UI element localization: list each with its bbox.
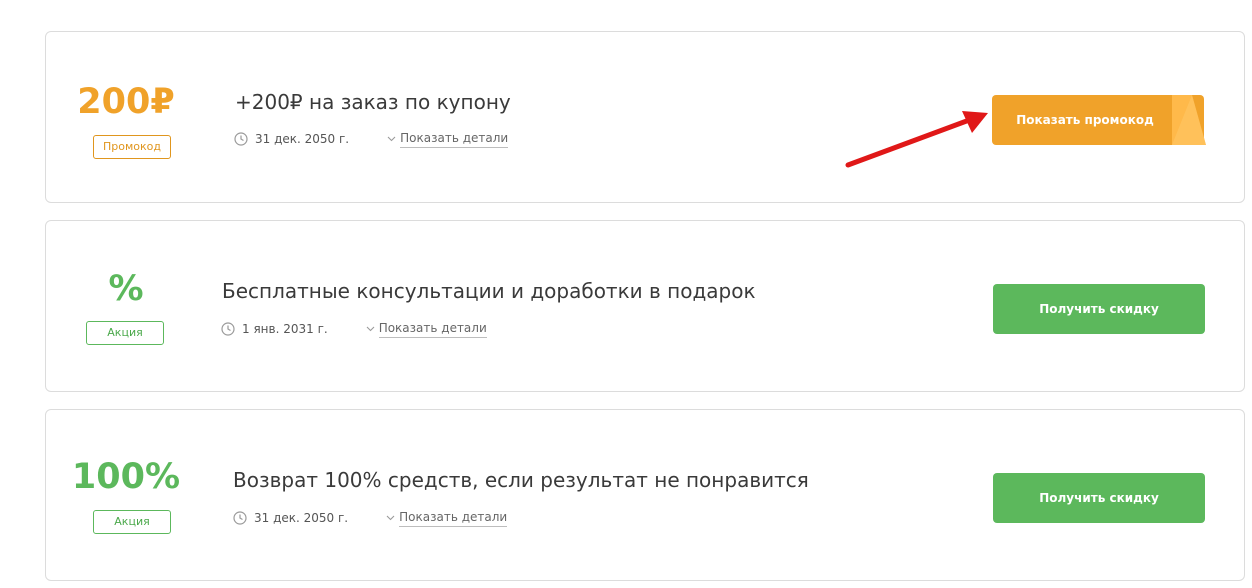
clock-icon bbox=[221, 322, 235, 336]
offer-value: 200₽ bbox=[77, 82, 175, 122]
offer-meta: 31 дек. 2050 г. Показать детали bbox=[234, 130, 509, 148]
offer-title: Возврат 100% средств, если результат не … bbox=[233, 468, 809, 492]
offer-type-badge: Акция bbox=[93, 510, 171, 534]
offer-expiry-date: 1 янв. 2031 г. bbox=[242, 322, 328, 336]
get-discount-button[interactable]: Получить скидку bbox=[993, 473, 1205, 523]
button-label: Показать промокод bbox=[1016, 113, 1154, 127]
offer-meta: 31 дек. 2050 г. Показать детали bbox=[233, 509, 508, 527]
offer-title: +200₽ на заказ по купону bbox=[235, 90, 511, 114]
offer-expiry-date: 31 дек. 2050 г. bbox=[254, 511, 349, 525]
offer-title: Бесплатные консультации и доработки в по… bbox=[222, 279, 756, 303]
offer-card-promocode: 200₽ Промокод +200₽ на заказ по купону 3… bbox=[45, 31, 1245, 203]
red-arrow-icon bbox=[845, 111, 988, 168]
offer-type-badge: Акция bbox=[86, 321, 164, 345]
offer-expiry-date: 31 дек. 2050 г. bbox=[255, 132, 350, 146]
chevron-down-icon bbox=[386, 515, 395, 521]
clock-icon bbox=[233, 511, 247, 525]
clock-icon bbox=[234, 132, 248, 146]
promocode-fold-icon bbox=[1172, 95, 1206, 145]
show-details-link[interactable]: Показать детали bbox=[399, 509, 508, 527]
offer-value: % bbox=[108, 269, 144, 309]
chevron-down-icon bbox=[366, 326, 375, 332]
get-discount-button[interactable]: Получить скидку bbox=[993, 284, 1205, 334]
offer-meta: 1 янв. 2031 г. Показать детали bbox=[221, 320, 487, 338]
offer-type-badge: Промокод bbox=[93, 135, 171, 159]
chevron-down-icon bbox=[387, 136, 396, 142]
offer-card-refund: 100% Акция Возврат 100% средств, если ре… bbox=[45, 409, 1245, 581]
offer-card-action: % Акция Бесплатные консультации и дорабо… bbox=[45, 220, 1245, 392]
show-details-link[interactable]: Показать детали bbox=[378, 320, 487, 338]
show-promocode-button[interactable]: Показать промокод bbox=[992, 95, 1206, 145]
show-details-link[interactable]: Показать детали bbox=[400, 130, 509, 148]
offer-value: 100% bbox=[71, 457, 181, 497]
